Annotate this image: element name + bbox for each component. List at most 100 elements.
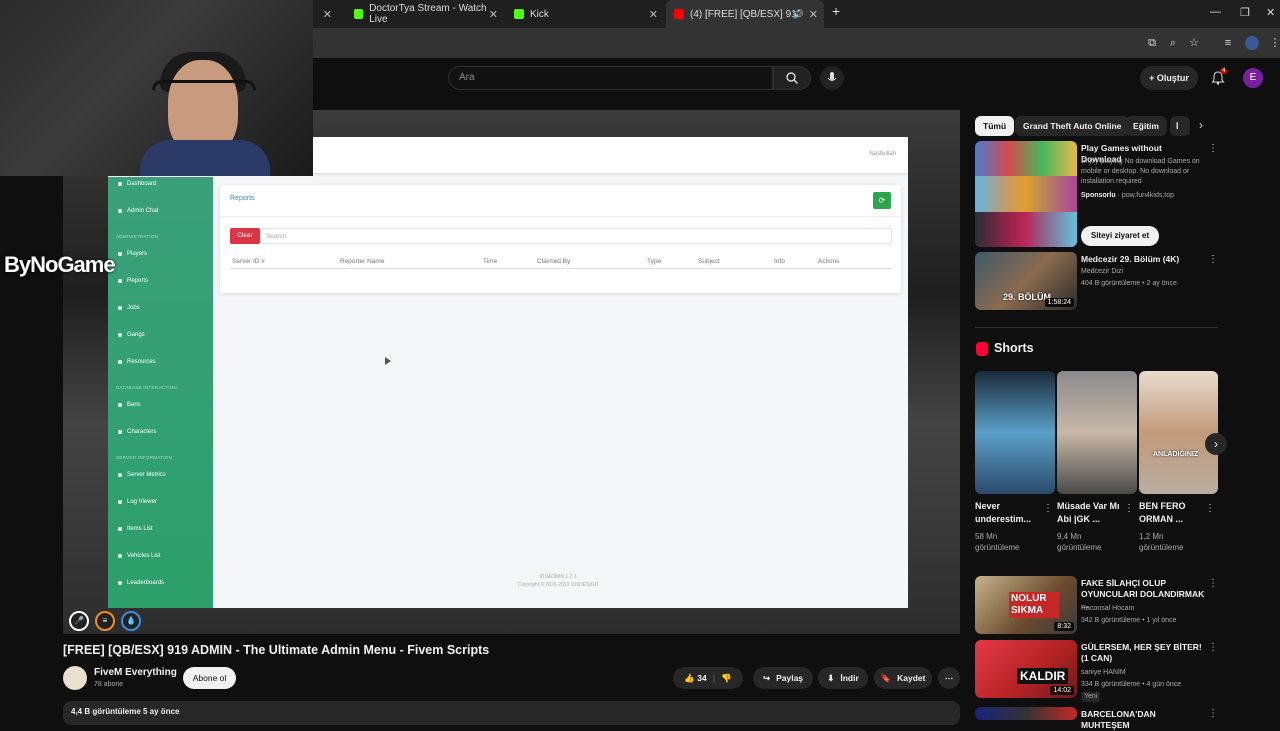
more-options-icon[interactable]: ⋮ xyxy=(1124,503,1134,514)
video-thumbnail[interactable]: 29. BÖLÜM 1:58:24 xyxy=(975,252,1077,310)
chip-all[interactable]: Tümü xyxy=(975,116,1015,136)
rec-meta: 342 B görüntüleme • 1 yıl önce xyxy=(1081,617,1177,624)
more-options-icon[interactable]: ⋮ xyxy=(1208,578,1218,589)
duration-badge: 1:58:24 xyxy=(1044,298,1074,307)
speaker-icon[interactable]: 🔊 xyxy=(793,9,804,20)
chip-more[interactable]: İ xyxy=(1170,116,1190,136)
reports-card: Reports ⟳ Clear Search Server ID # Repor… xyxy=(220,185,901,293)
share-button[interactable]: ↪ Paylaş xyxy=(753,667,813,689)
column-header: Server ID # xyxy=(232,258,265,265)
rec-channel[interactable]: saniye HANIM xyxy=(1081,668,1126,678)
profile-icon[interactable] xyxy=(1245,36,1259,50)
maximize-icon[interactable]: ❐ xyxy=(1240,6,1250,19)
panel-topbar: Nasbullah xyxy=(313,137,908,173)
channel-name[interactable]: FiveM Everything xyxy=(94,667,177,678)
search-input[interactable]: Ara xyxy=(448,66,773,90)
subscribe-button[interactable]: Abone ol xyxy=(183,667,236,689)
voice-search-button[interactable] xyxy=(820,66,844,90)
reports-title: Reports xyxy=(230,195,255,202)
rec-meta: 404 B görüntüleme • 2 ay önce xyxy=(1081,280,1177,287)
rec-title[interactable]: BARCELONA'DAN MUHTEŞEM xyxy=(1081,709,1206,731)
description-box[interactable]: 4,4 B görüntüleme 5 ay önce xyxy=(63,701,960,725)
search-icon xyxy=(786,72,798,84)
close-icon[interactable]: ✕ xyxy=(809,8,818,21)
shorts-heading: Shorts xyxy=(994,341,1034,355)
short-thumbnail-3[interactable]: ANLADIĞINIZ xyxy=(1139,371,1218,494)
tab-doctortya[interactable]: DoctorTya Stream - Watch Live ✕ xyxy=(346,0,504,28)
menu-dots-icon[interactable]: ⋮ xyxy=(1268,36,1280,50)
short-thumbnail-1[interactable] xyxy=(975,371,1055,494)
rec-meta: 334 B görüntüleme • 4 gün önce xyxy=(1081,681,1182,688)
tab-title: (4) [FREE] [QB/ESX] 919 ADM xyxy=(690,8,800,20)
sidebar-item-jobs: Jobs xyxy=(118,305,140,311)
search-button[interactable] xyxy=(773,66,811,90)
cast-icon[interactable]: ⧉ xyxy=(1145,36,1159,50)
save-icon: 🔖 xyxy=(880,672,892,683)
like-dislike-group: 👍 34 | 👎 xyxy=(673,667,743,689)
video-thumbnail[interactable] xyxy=(975,707,1077,720)
bookmark-star-icon[interactable]: ☆ xyxy=(1187,36,1201,50)
column-header: Reporter Name xyxy=(340,258,385,265)
shorts-next-button[interactable]: › xyxy=(1205,433,1227,455)
streamer-shirt xyxy=(140,140,270,176)
more-options-icon[interactable]: ⋮ xyxy=(1043,503,1053,514)
column-header: Claimed By xyxy=(537,258,571,265)
youtube-icon xyxy=(674,9,684,19)
window-close-icon[interactable]: ✕ xyxy=(1266,6,1275,19)
duration-badge: 14:02 xyxy=(1050,686,1074,695)
channel-avatar[interactable] xyxy=(63,666,87,690)
zoom-icon[interactable]: ⌕ xyxy=(1166,36,1180,50)
sidebar-item-items-list: Items List xyxy=(118,526,153,532)
visit-site-button[interactable]: Siteyi ziyaret et xyxy=(1081,226,1159,246)
rec-title[interactable]: Medcezir 29. Bölüm (4K) xyxy=(1081,254,1206,265)
more-actions-button[interactable]: ⋯ xyxy=(938,667,960,689)
more-options-icon[interactable]: ⋮ xyxy=(1208,143,1218,154)
minimize-icon[interactable]: — xyxy=(1210,6,1221,18)
rec-title[interactable]: GÜLERSEM, HER ŞEY BİTER! (1 CAN) xyxy=(1081,642,1206,664)
video-thumbnail[interactable]: NOLUR SIKMA 8:32 xyxy=(975,576,1077,634)
reading-list-icon[interactable]: ≡ xyxy=(1221,36,1235,50)
divider xyxy=(975,327,1218,328)
more-options-icon[interactable]: ⋮ xyxy=(1208,708,1218,719)
rec-channel[interactable]: Medcezir Dizi xyxy=(1081,267,1123,277)
sidebar-item-reports: Reports xyxy=(118,278,148,284)
webcam-overlay xyxy=(0,0,313,176)
more-options-icon[interactable]: ⋮ xyxy=(1208,642,1218,653)
rec-channel[interactable]: Raconsal Hocam xyxy=(1081,604,1134,614)
download-icon: ⬇ xyxy=(827,672,835,683)
more-options-icon[interactable]: ⋮ xyxy=(1208,254,1218,265)
sidebar-item-log-viewer: Log Viewer xyxy=(118,499,157,505)
dislike-button[interactable]: 👎 xyxy=(721,673,732,684)
new-tab-button[interactable]: + xyxy=(832,3,840,19)
save-button[interactable]: 🔖 Kaydet xyxy=(874,667,932,689)
tab-youtube-active[interactable]: (4) [FREE] [QB/ESX] 919 ADM 🔊 ✕ xyxy=(666,0,824,28)
section-administration: ADMINISTRATION xyxy=(116,234,159,239)
tab-close-icon[interactable]: ✕ xyxy=(318,0,338,28)
close-icon[interactable]: ✕ xyxy=(649,8,658,21)
column-header: Type xyxy=(647,258,662,265)
mouse-cursor-icon xyxy=(385,357,391,365)
like-button[interactable]: 👍 34 xyxy=(684,673,706,684)
chevron-right-icon[interactable]: › xyxy=(1199,118,1203,132)
short-title[interactable]: Never underestim... xyxy=(975,500,1035,526)
short-title[interactable]: BEN FERO ORMAN ... xyxy=(1139,500,1201,526)
video-thumbnail[interactable]: KALDIR 14:02 xyxy=(975,640,1077,698)
chip-gta-online[interactable]: Grand Theft Auto Online xyxy=(1015,116,1130,136)
sidebar-item-admin-chat: Admin Chat xyxy=(118,208,158,214)
sidebar-item-resources: Resources xyxy=(118,359,156,365)
sidebar-item-vehicles-list: Vehicles List xyxy=(118,553,160,559)
ad-thumbnail[interactable] xyxy=(975,141,1077,247)
create-button[interactable]: + Oluştur xyxy=(1140,66,1198,90)
close-icon[interactable]: ✕ xyxy=(489,8,498,21)
short-title[interactable]: Müsade Var Mı Abi |GK ... xyxy=(1057,500,1121,526)
short-thumbnail-2[interactable] xyxy=(1057,371,1137,494)
duration-badge: 8:32 xyxy=(1054,622,1074,631)
more-options-icon[interactable]: ⋮ xyxy=(1205,503,1215,514)
chip-education[interactable]: Eğitim xyxy=(1125,116,1167,136)
headset xyxy=(152,80,256,90)
video-player[interactable]: Nasbullah Dashboard Admin Chat ADMINISTR… xyxy=(63,110,960,634)
user-avatar[interactable]: E xyxy=(1243,68,1263,88)
reports-search-field: Search xyxy=(260,228,892,244)
tab-kick[interactable]: Kick ✕ xyxy=(506,0,664,28)
download-button[interactable]: ⬇ İndir xyxy=(818,667,868,689)
